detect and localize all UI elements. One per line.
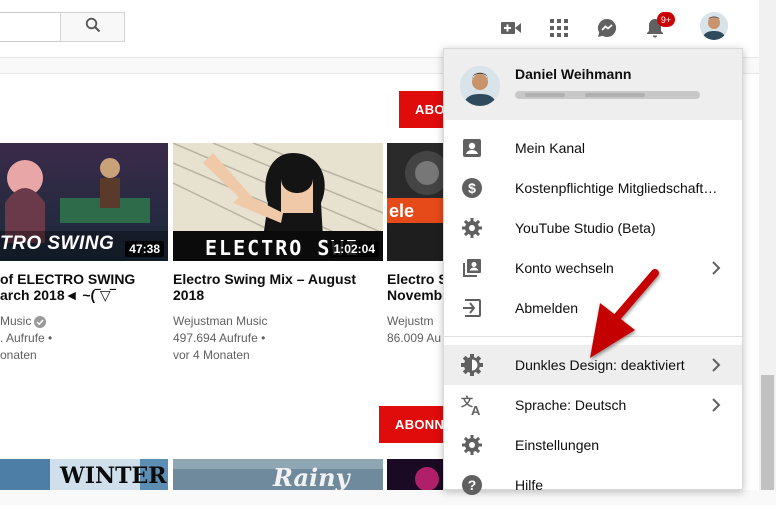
account-box-icon — [460, 136, 484, 160]
help-icon: ? — [460, 473, 484, 497]
thumbnail-text: TRO SWING — [0, 233, 115, 254]
video-title[interactable]: Novembe — [387, 287, 443, 303]
search-button[interactable] — [60, 12, 125, 42]
video-title[interactable]: arch 2018◄ ~(‾▽‾ — [0, 287, 168, 303]
subscribe-button[interactable]: ABONNIEREN — [379, 406, 443, 443]
account-email-blurred — [515, 88, 700, 100]
video-duration: 47:38 — [125, 241, 164, 257]
create-video-icon[interactable] — [499, 16, 523, 40]
upload-age: vor 4 Monaten — [173, 348, 250, 362]
avatar[interactable] — [700, 12, 728, 40]
video-thumbnail[interactable]: TRO SWING 47:38 — [0, 143, 168, 261]
video-title[interactable]: Electro Swing Mix – August — [173, 271, 383, 287]
menu-item-my-channel[interactable]: Mein Kanal — [444, 128, 742, 168]
video-thumbnail[interactable]: ELECTRO SWI 1:02:04 — [173, 143, 383, 261]
video-title[interactable]: Electro S — [387, 271, 443, 287]
gear-icon — [460, 433, 484, 457]
messages-icon[interactable] — [595, 16, 619, 40]
video-title[interactable]: 2018 — [173, 287, 383, 303]
avatar — [460, 66, 500, 106]
chevron-right-icon — [708, 357, 724, 373]
video-thumbnail[interactable]: ele — [387, 143, 443, 261]
scrollbar-thumb[interactable] — [761, 375, 774, 490]
translate-icon: 文A — [460, 393, 484, 418]
menu-item-paid-memberships[interactable]: $ Kostenpflichtige Mitgliedschaft… — [444, 168, 742, 208]
dollar-icon: $ — [460, 176, 484, 200]
menu-item-label: Sprache: Deutsch — [515, 397, 627, 413]
menu-item-label: Einstellungen — [515, 437, 600, 453]
video-thumbnail[interactable] — [387, 459, 443, 490]
svg-text:A: A — [471, 403, 481, 417]
view-count: 86.009 Au — [387, 331, 442, 345]
channel-name[interactable]: Wejustman Music — [173, 313, 383, 330]
video-title[interactable]: of ELECTRO SWING — [0, 271, 168, 287]
notification-badge: 9+ — [657, 12, 675, 27]
video-thumbnail[interactable]: WINTER — [0, 459, 168, 490]
sign-out-icon — [460, 296, 484, 320]
search-input[interactable] — [0, 12, 60, 42]
subscribe-button[interactable]: ABONNIEREN — [399, 91, 445, 128]
menu-item-language[interactable]: 文A Sprache: Deutsch — [444, 385, 742, 425]
thumbnail-text: ele — [389, 201, 415, 221]
svg-text:$: $ — [468, 180, 476, 196]
switch-account-icon — [460, 256, 484, 280]
apps-grid-icon[interactable] — [547, 16, 571, 40]
upload-age: onaten — [0, 348, 37, 362]
video-thumbnail[interactable]: Rainy — [173, 459, 383, 490]
account-name: Daniel Weihmann — [515, 66, 632, 82]
annotation-arrow — [560, 268, 670, 368]
menu-item-help[interactable]: ? Hilfe — [444, 465, 742, 505]
menu-item-youtube-studio[interactable]: YouTube Studio (Beta) — [444, 208, 742, 248]
thumbnail-text: Rainy — [273, 463, 350, 490]
view-count: . Aufrufe • — [0, 331, 53, 345]
thumbnail-text: WINTER — [60, 463, 167, 489]
channel-name[interactable]: Music — [0, 313, 60, 330]
channel-name[interactable]: Wejustm — [387, 313, 443, 330]
gear-icon — [460, 216, 484, 240]
view-count: 497.694 Aufrufe • — [173, 331, 266, 345]
menu-item-label: Kostenpflichtige Mitgliedschaft… — [515, 180, 718, 196]
chevron-right-icon — [708, 260, 724, 276]
menu-item-settings[interactable]: Einstellungen — [444, 425, 742, 465]
svg-text:?: ? — [468, 477, 477, 493]
menu-item-label: YouTube Studio (Beta) — [515, 220, 656, 236]
chevron-right-icon — [708, 397, 724, 413]
account-header: Daniel Weihmann — [444, 49, 742, 120]
menu-item-label: Hilfe — [515, 477, 544, 493]
search-icon — [85, 17, 101, 38]
menu-item-label: Mein Kanal — [515, 140, 586, 156]
video-duration: 1:02:04 — [329, 241, 379, 257]
dark-theme-icon — [460, 353, 484, 377]
